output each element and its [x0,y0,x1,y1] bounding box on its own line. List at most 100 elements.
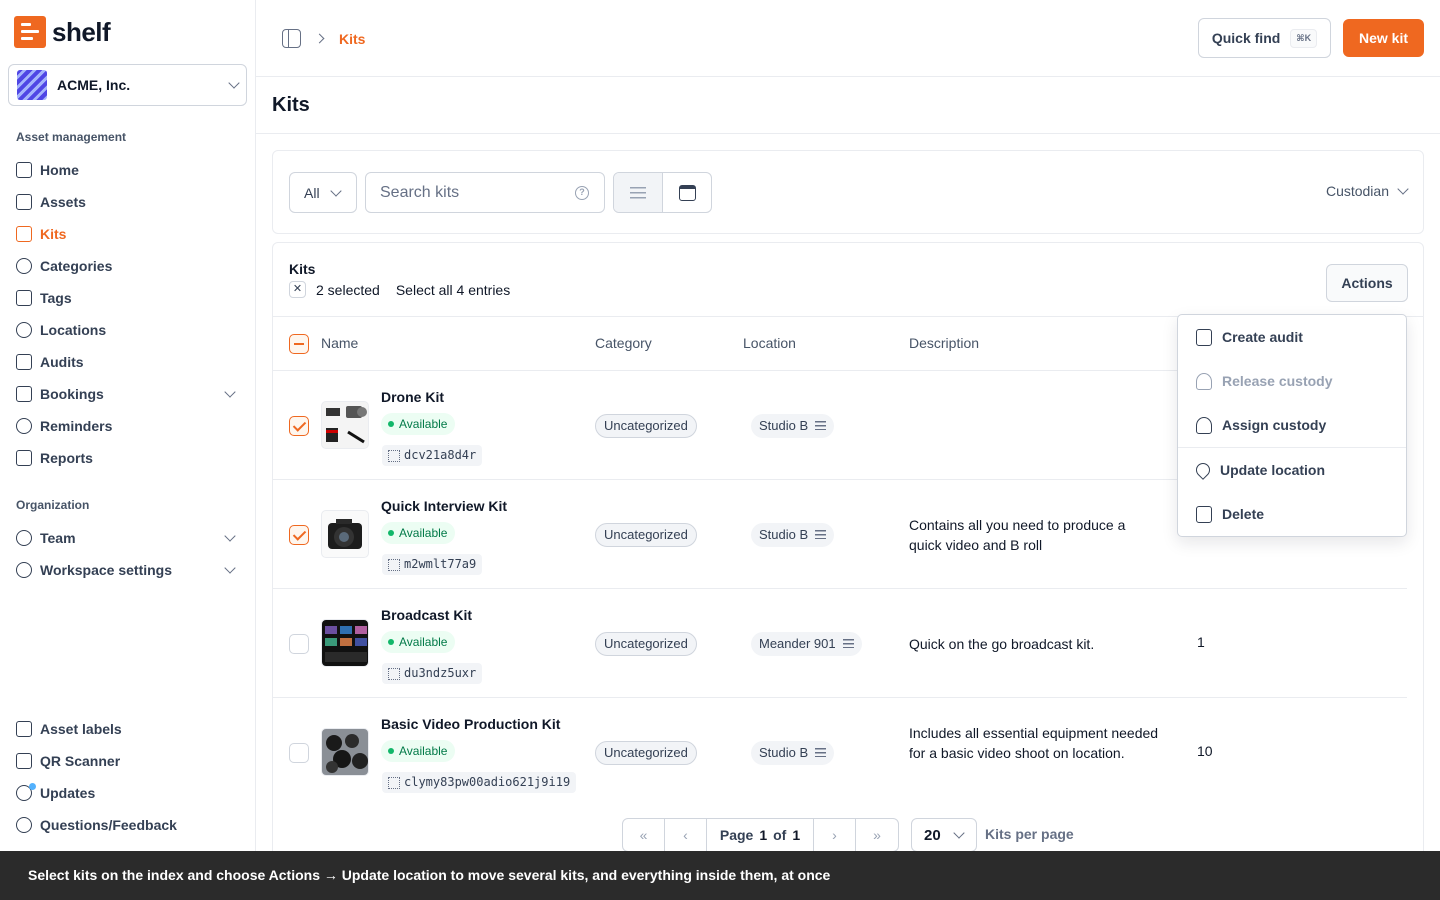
per-page-select[interactable]: 20 [911,818,977,852]
menu-item-assign-custody[interactable]: Assign custody [1178,403,1406,447]
select-all-checkbox[interactable] [289,334,309,354]
sidebar-item-tags[interactable]: Tags [16,284,240,312]
status-badge: Available [381,522,456,544]
sidebar-item-reminders[interactable]: Reminders [16,412,240,440]
status-filter-select[interactable]: All [289,172,357,213]
column-header-description[interactable]: Description [909,335,979,351]
total-pages: 1 [792,827,801,843]
brand-name: shelf [52,16,111,47]
row-checkbox[interactable] [289,743,309,763]
sidebar-item-team[interactable]: Team [16,524,240,552]
sidebar-item-home[interactable]: Home [16,156,240,184]
kit-name[interactable]: Basic Video Production Kit [381,716,560,732]
nav-section-organization: Organization [16,498,90,512]
column-header-name[interactable]: Name [321,335,358,351]
selection-summary: ✕ 2 selected Select all 4 entries [289,281,510,298]
kit-quantity: 1 [1197,634,1205,650]
drone-kit-image [326,406,367,444]
kit-code: m2wmlt77a9 [382,554,483,575]
pagination: « ‹ Page 1 of 1 › » [622,818,899,852]
actions-button[interactable]: Actions [1326,264,1408,302]
logo[interactable]: shelf [14,16,111,48]
sidebar-item-label: Home [40,162,79,178]
sidebar-item-label: Kits [40,226,67,242]
sidebar-item-label: Locations [40,322,107,338]
kit-name[interactable]: Quick Interview Kit [381,498,507,514]
kit-name[interactable]: Drone Kit [381,389,444,405]
column-header-location[interactable]: Location [743,335,796,351]
interview-kit-image [328,519,362,549]
row-checkbox[interactable] [289,634,309,654]
sidebar-item-assets[interactable]: Assets [16,188,240,216]
chevron-down-icon [228,77,240,89]
column-header-category[interactable]: Category [595,335,652,351]
sidebar-item-locations[interactable]: Locations [16,316,240,344]
clear-selection-button[interactable]: ✕ [289,281,306,298]
workspace-switcher[interactable]: ACME, Inc. [8,64,247,106]
kit-code: du3ndz5uxr [382,663,483,684]
row-checkbox[interactable] [289,416,309,436]
page-indicator: Page 1 of 1 [707,819,814,851]
quick-find-label: Quick find [1211,30,1281,46]
menu-item-delete[interactable]: Delete [1178,492,1406,536]
custodian-label: Custodian [1325,183,1389,199]
menu-item-release-custody[interactable]: Release custody [1178,359,1406,403]
category-badge: Uncategorized [595,414,697,438]
sidebar-item-updates[interactable]: Updates [16,779,240,807]
workspace-name: ACME, Inc. [57,77,131,93]
quick-find-button[interactable]: Quick find ⌘K [1198,18,1331,58]
menu-item-create-audit[interactable]: Create audit [1178,315,1406,359]
chevron-right-icon: › [832,827,837,843]
kit-code: clymy83pw00adio621j9i19 [382,772,577,793]
kit-thumbnail [321,510,369,558]
sidebar-item-reports[interactable]: Reports [16,444,240,472]
per-page-label: Kits per page [985,826,1074,842]
location-badge[interactable]: Meander 901 [751,632,862,656]
last-page-button[interactable]: » [856,819,898,851]
sidebar-item-qr-scanner[interactable]: QR Scanner [16,747,240,775]
selected-count: 2 selected [316,281,380,298]
next-page-button[interactable]: › [814,819,856,851]
custodian-filter[interactable]: Custodian [1325,183,1409,199]
kit-thumbnail [321,401,369,449]
nav-section-asset-management: Asset management [16,130,127,144]
sidebar-item-label: Categories [40,258,113,274]
sidebar-item-questions-feedback[interactable]: Questions/Feedback [16,811,240,839]
menu-item-label: Assign custody [1222,417,1327,433]
new-kit-button[interactable]: New kit [1343,19,1424,57]
calendar-icon [678,184,696,201]
table-row[interactable]: Broadcast Kit Available du3ndz5uxr Uncat… [273,588,1407,697]
kit-name[interactable]: Broadcast Kit [381,607,472,623]
sidebar-item-workspace-settings[interactable]: Workspace settings [16,556,240,584]
menu-item-update-location[interactable]: Update location [1178,448,1406,492]
table-row[interactable]: Basic Video Production Kit Available cly… [273,697,1407,806]
sidebar-item-label: Updates [40,785,96,801]
trash-icon [1196,505,1212,523]
chevron-down-icon [1397,183,1409,195]
divider [256,133,1440,134]
select-all-entries-link[interactable]: Select all 4 entries [396,282,510,298]
first-page-button[interactable]: « [623,819,665,851]
previous-page-button[interactable]: ‹ [665,819,707,851]
sidebar-item-kits[interactable]: Kits [16,220,240,248]
chevron-down-icon [329,184,342,197]
help-circle-icon[interactable]: ? [575,186,589,200]
sidebar-item-audits[interactable]: Audits [16,348,240,376]
sidebar-item-bookings[interactable]: Bookings [16,380,240,408]
sidebar-item-categories[interactable]: Categories [16,252,240,280]
search-input[interactable] [365,172,605,213]
video-production-kit-image [326,734,368,773]
chevron-down-icon [953,827,965,839]
location-badge[interactable]: Studio B [751,414,835,438]
breadcrumb[interactable]: Kits [339,31,365,47]
row-checkbox[interactable] [289,525,309,545]
calendar-icon [16,386,32,402]
location-badge[interactable]: Studio B [751,523,835,547]
calendar-view-button[interactable] [663,173,711,212]
list-view-button[interactable] [614,173,663,212]
location-badge[interactable]: Studio B [751,741,835,765]
chevron-down-icon [224,530,236,542]
sidebar-item-asset-labels[interactable]: Asset labels [16,715,240,743]
sidebar-toggle-icon[interactable] [282,29,301,48]
sidebar-item-label: Questions/Feedback [40,817,177,833]
